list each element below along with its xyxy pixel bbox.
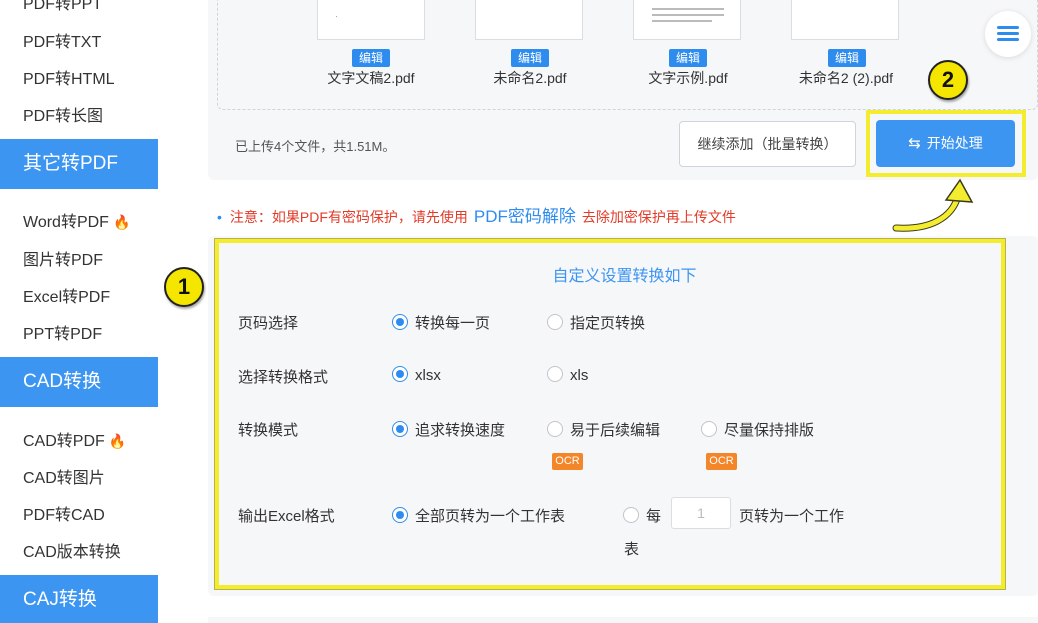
option-label: xlsx: [415, 367, 441, 384]
option-label: 每: [646, 508, 662, 525]
file-thumbnail[interactable]: [791, 0, 899, 40]
radio-mode-layout[interactable]: 尽量保持排版: [701, 419, 814, 440]
radio-unchecked-icon[interactable]: [547, 366, 563, 382]
menu-button[interactable]: [985, 11, 1031, 57]
radio-output-each[interactable]: 每: [623, 505, 661, 526]
sidebar-item-pdf-to-html[interactable]: PDF转HTML: [23, 65, 115, 89]
file-preview-line: [652, 14, 724, 16]
notice-suffix: 去除加密保护再上传文件: [581, 209, 736, 225]
pdf-password-remove-link[interactable]: PDF密码解除: [474, 207, 576, 226]
flame-icon: 🔥: [112, 214, 131, 230]
radio-unchecked-icon[interactable]: [547, 421, 563, 437]
radio-unchecked-icon[interactable]: [701, 421, 717, 437]
option-label: 指定页转换: [570, 315, 646, 332]
option-label: 全部页转为一个工作表: [415, 508, 566, 525]
flame-icon: 🔥: [108, 433, 127, 449]
option-label: xls: [570, 367, 589, 384]
sidebar-item-excel-to-pdf[interactable]: Excel转PDF: [23, 283, 110, 307]
radio-checked-icon[interactable]: [392, 314, 408, 330]
file-preview-mark: ·: [335, 12, 338, 21]
radio-output-all-pages[interactable]: 全部页转为一个工作表: [392, 505, 565, 526]
sidebar-item-label: Word转PDF: [23, 214, 109, 231]
option-label: 尽量保持排版: [724, 422, 815, 439]
file-name: 文字文稿2.pdf: [327, 70, 415, 86]
radio-mode-editable[interactable]: 易于后续编辑: [547, 419, 660, 440]
start-button-label: 开始处理: [926, 135, 983, 151]
sidebar-section-caj[interactable]: CAJ转换: [0, 575, 158, 623]
menu-icon: [997, 38, 1019, 41]
menu-icon: [997, 32, 1019, 35]
sidebar-item-ppt-to-pdf[interactable]: PPT转PDF: [23, 320, 102, 344]
sidebar-item-cad-version-convert[interactable]: CAD版本转换: [23, 538, 121, 562]
add-more-button[interactable]: 继续添加（批量转换）: [679, 121, 856, 167]
ocr-badge: OCR: [706, 453, 737, 470]
sidebar-item-cad-to-pdf[interactable]: CAD转PDF 🔥: [23, 427, 126, 451]
radio-unchecked-icon[interactable]: [547, 314, 563, 330]
bottom-panel-edge: [208, 617, 1038, 623]
sidebar-section-cad[interactable]: CAD转换: [0, 357, 158, 407]
pages-per-sheet-input[interactable]: 1: [671, 497, 731, 529]
sidebar-item-pdf-to-ppt[interactable]: PDF转PPT: [23, 0, 102, 14]
ocr-badge: OCR: [552, 453, 583, 470]
radio-checked-icon[interactable]: [392, 421, 408, 437]
sidebar: PDF转PPT PDF转TXT PDF转HTML PDF转长图 其它转PDF W…: [0, 0, 158, 623]
output-format-label: 输出Excel格式: [238, 508, 335, 525]
swap-icon: ⇆: [908, 135, 921, 152]
radio-format-xlsx[interactable]: xlsx: [392, 366, 441, 384]
notice-prefix: 注意：如果PDF有密码保护，请先使用: [229, 209, 468, 225]
mode-label: 转换模式: [238, 422, 299, 439]
option-each-suffix: 页转为一个工作: [739, 508, 845, 525]
step-marker-2: 2: [928, 60, 968, 100]
file-preview-line: [652, 8, 724, 10]
sidebar-section-other-to-pdf[interactable]: 其它转PDF: [0, 139, 158, 189]
radio-checked-icon[interactable]: [392, 366, 408, 382]
sidebar-item-cad-to-image[interactable]: CAD转图片: [23, 464, 105, 488]
edit-button[interactable]: 编辑: [511, 49, 549, 67]
sidebar-item-pdf-to-txt[interactable]: PDF转TXT: [23, 28, 101, 52]
file-preview-line: [652, 20, 712, 22]
file-name: 文字示例.pdf: [648, 70, 728, 86]
sidebar-item-pdf-to-cad[interactable]: PDF转CAD: [23, 501, 105, 525]
menu-icon: [997, 26, 1019, 29]
curved-arrow-icon: [892, 178, 974, 232]
file-thumbnail[interactable]: [475, 0, 583, 40]
radio-specify-pages[interactable]: 指定页转换: [547, 312, 645, 333]
radio-mode-speed[interactable]: 追求转换速度: [392, 419, 505, 440]
file-thumbnail[interactable]: [633, 0, 741, 40]
edit-button[interactable]: 编辑: [352, 49, 390, 67]
option-label: 追求转换速度: [415, 422, 506, 439]
file-name: 未命名2.pdf: [493, 70, 567, 86]
page-select-label: 页码选择: [238, 315, 299, 332]
option-label: 易于后续编辑: [570, 422, 661, 439]
sidebar-item-pdf-to-long-image[interactable]: PDF转长图: [23, 102, 103, 126]
format-select-label: 选择转换格式: [238, 369, 329, 386]
radio-convert-every-page[interactable]: 转换每一页: [392, 312, 490, 333]
file-name: 未命名2 (2).pdf: [798, 70, 894, 86]
edit-button[interactable]: 编辑: [828, 49, 866, 67]
sidebar-item-word-to-pdf[interactable]: Word转PDF 🔥: [23, 208, 130, 232]
file-thumbnail[interactable]: ·: [317, 0, 425, 40]
radio-unchecked-icon[interactable]: [623, 507, 639, 523]
highlight-frame-settings: [215, 239, 1005, 589]
radio-format-xls[interactable]: xls: [547, 366, 588, 384]
radio-checked-icon[interactable]: [392, 507, 408, 523]
upload-status-text: 已上传4个文件，共1.51M。: [235, 139, 396, 154]
option-each-suffix-wrap: 表: [624, 541, 640, 558]
sidebar-item-label: CAD转PDF: [23, 433, 105, 450]
start-processing-button[interactable]: ⇆ 开始处理: [876, 120, 1015, 167]
password-notice: • 注意：如果PDF有密码保护，请先使用 PDF密码解除 去除加密保护再上传文件: [217, 202, 736, 227]
option-label: 转换每一页: [415, 315, 491, 332]
settings-title: 自定义设置转换如下: [552, 268, 697, 285]
notice-bullet: •: [217, 209, 222, 225]
edit-button[interactable]: 编辑: [669, 49, 707, 67]
